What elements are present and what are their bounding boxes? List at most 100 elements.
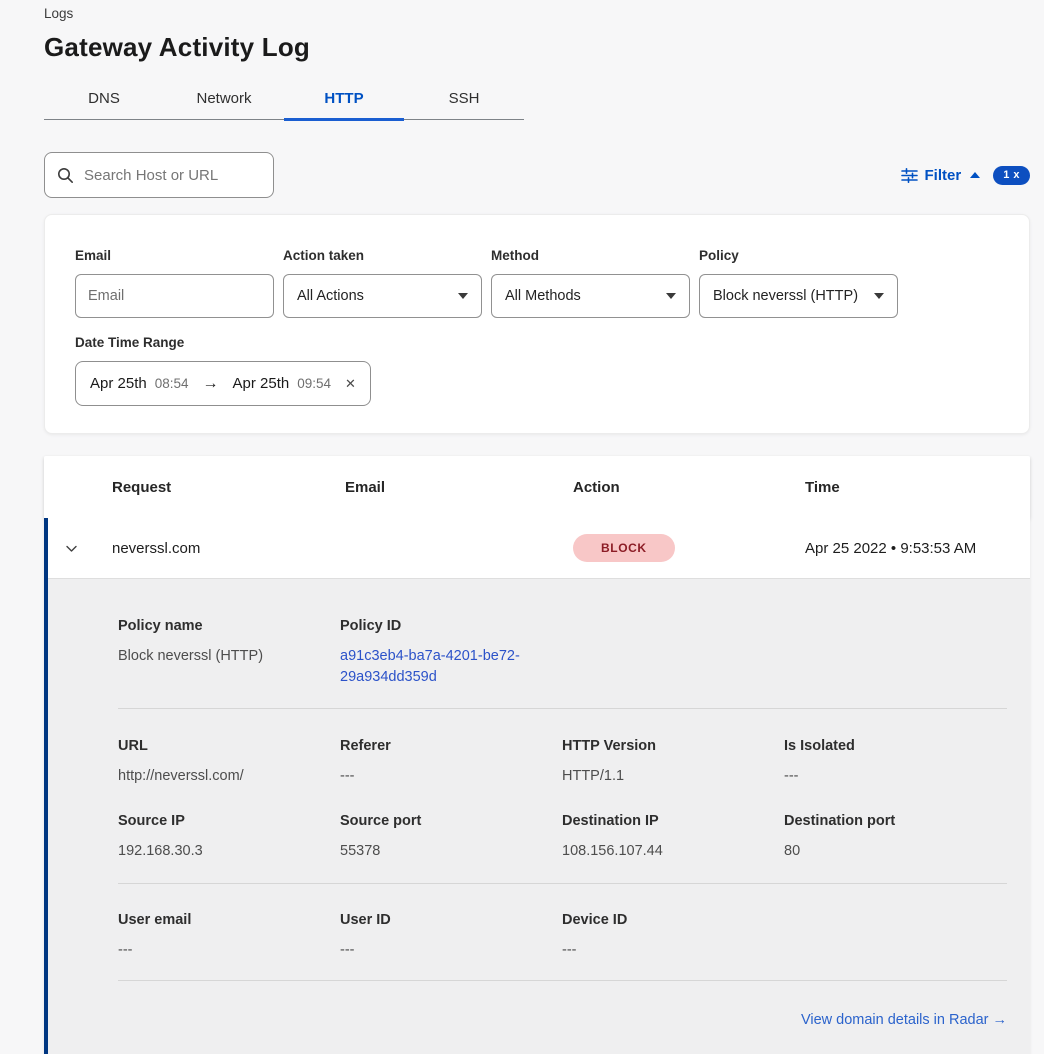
policy-name-label: Policy name: [118, 617, 340, 636]
details-request-section: URL http://neverssl.com/ Referer --- HTT…: [118, 737, 1007, 787]
policy-id-field: Policy ID a91c3eb4-ba7a-4201-be72-29a934…: [340, 617, 562, 688]
expanded-row-region: neverssl.com BLOCK Apr 25 2022 • 9:53:53…: [44, 518, 1030, 1054]
tab-dns[interactable]: DNS: [44, 78, 164, 119]
arrow-right-icon: →: [203, 375, 219, 393]
column-header-action: Action: [573, 479, 805, 496]
caret-up-icon: [970, 172, 980, 178]
user-email-label: User email: [118, 911, 340, 930]
method-select[interactable]: All Methods: [491, 274, 690, 318]
url-value: http://neverssl.com/: [118, 766, 340, 787]
destination-port-label: Destination port: [784, 812, 1006, 831]
user-id-field: User ID ---: [340, 911, 562, 961]
tab-http[interactable]: HTTP: [284, 78, 404, 119]
destination-ip-value: 108.156.107.44: [562, 841, 784, 862]
breadcrumb[interactable]: Logs: [44, 0, 1030, 23]
search-input[interactable]: [84, 167, 261, 184]
action-taken-select[interactable]: All Actions: [283, 274, 482, 318]
policy-id-link[interactable]: a91c3eb4-ba7a-4201-be72-29a934dd359d: [340, 646, 540, 688]
filter-panel: Email Action taken All Actions Method Al…: [44, 214, 1030, 434]
user-id-label: User ID: [340, 911, 562, 930]
user-email-value: ---: [118, 940, 340, 961]
destination-port-field: Destination port 80: [784, 812, 1006, 862]
is-isolated-value: ---: [784, 766, 1006, 787]
details-network-section: Source IP 192.168.30.3 Source port 55378…: [118, 812, 1007, 862]
details-divider: [118, 980, 1007, 981]
details-spacer: [784, 911, 1006, 961]
method-label: Method: [491, 247, 690, 265]
row-request: neverssl.com: [112, 540, 345, 557]
is-isolated-field: Is Isolated ---: [784, 737, 1006, 787]
destination-ip-label: Destination IP: [562, 812, 784, 831]
tab-bar: DNS Network HTTP SSH: [44, 78, 524, 120]
policy-label: Policy: [699, 247, 898, 265]
start-date: Apr 25th: [90, 375, 147, 392]
policy-id-label: Policy ID: [340, 617, 562, 636]
is-isolated-label: Is Isolated: [784, 737, 1006, 756]
tab-ssh[interactable]: SSH: [404, 78, 524, 119]
filter-field-email: Email: [75, 247, 274, 318]
radar-link-row: View domain details in Radar →: [118, 1011, 1007, 1029]
source-ip-label: Source IP: [118, 812, 340, 831]
filter-label: Filter: [925, 167, 962, 184]
filter-count-badge[interactable]: 1 x: [993, 166, 1030, 185]
policy-name-value: Block neverssl (HTTP): [118, 646, 340, 667]
page-title: Gateway Activity Log: [44, 30, 1030, 64]
url-label: URL: [118, 737, 340, 756]
tab-network[interactable]: Network: [164, 78, 284, 119]
referer-field: Referer ---: [340, 737, 562, 787]
view-radar-link[interactable]: View domain details in Radar →: [801, 1012, 1007, 1028]
source-port-label: Source port: [340, 812, 562, 831]
filter-fields-row: Email Action taken All Actions Method Al…: [75, 247, 999, 318]
row-details-panel: Policy name Block neverssl (HTTP) Policy…: [44, 579, 1030, 1054]
start-time: 08:54: [155, 376, 189, 391]
row-expand-toggle[interactable]: [44, 541, 112, 556]
row-time: Apr 25 2022 • 9:53:53 AM: [805, 540, 1030, 557]
logs-table: Request Email Action Time neverssl.com B…: [44, 456, 1030, 1054]
column-header-request: Request: [112, 479, 345, 496]
policy-value: Block neverssl (HTTP): [713, 288, 858, 304]
email-filter-input[interactable]: [75, 274, 274, 318]
referer-label: Referer: [340, 737, 562, 756]
http-version-label: HTTP Version: [562, 737, 784, 756]
source-port-field: Source port 55378: [340, 812, 562, 862]
device-id-field: Device ID ---: [562, 911, 784, 961]
table-row[interactable]: neverssl.com BLOCK Apr 25 2022 • 9:53:53…: [44, 518, 1030, 579]
filter-toggle[interactable]: Filter 1 x: [901, 166, 1030, 185]
destination-ip-field: Destination IP 108.156.107.44: [562, 812, 784, 862]
search-input-container[interactable]: [44, 152, 274, 198]
source-ip-field: Source IP 192.168.30.3: [118, 812, 340, 862]
filter-field-method: Method All Methods: [491, 247, 690, 318]
http-version-value: HTTP/1.1: [562, 766, 784, 787]
end-time: 09:54: [297, 376, 331, 391]
filter-field-action-taken: Action taken All Actions: [283, 247, 482, 318]
url-field: URL http://neverssl.com/: [118, 737, 340, 787]
policy-name-field: Policy name Block neverssl (HTTP): [118, 617, 340, 688]
end-date: Apr 25th: [233, 375, 290, 392]
method-value: All Methods: [505, 288, 581, 304]
chevron-down-icon: [666, 293, 676, 299]
source-port-value: 55378: [340, 841, 562, 862]
policy-select[interactable]: Block neverssl (HTTP): [699, 274, 898, 318]
table-header: Request Email Action Time: [44, 456, 1030, 518]
date-range-picker[interactable]: Apr 25th 08:54 → Apr 25th 09:54 ✕: [75, 361, 371, 406]
details-divider: [118, 708, 1007, 709]
device-id-label: Device ID: [562, 911, 784, 930]
http-version-field: HTTP Version HTTP/1.1: [562, 737, 784, 787]
device-id-value: ---: [562, 940, 784, 961]
filter-field-policy: Policy Block neverssl (HTTP): [699, 247, 898, 318]
source-ip-value: 192.168.30.3: [118, 841, 340, 862]
details-policy-section: Policy name Block neverssl (HTTP) Policy…: [118, 617, 1007, 688]
chevron-down-icon: [458, 293, 468, 299]
details-divider: [118, 883, 1007, 884]
destination-port-value: 80: [784, 841, 1006, 862]
block-status-badge: BLOCK: [573, 534, 675, 562]
column-header-email: Email: [345, 479, 573, 496]
filter-icon: [901, 168, 918, 183]
user-id-value: ---: [340, 940, 562, 961]
action-taken-value: All Actions: [297, 288, 364, 304]
chevron-down-icon: [64, 541, 79, 556]
row-action: BLOCK: [573, 534, 805, 562]
search-icon: [57, 167, 74, 184]
clear-date-range-icon[interactable]: ✕: [345, 376, 356, 392]
gateway-activity-page: Logs Gateway Activity Log DNS Network HT…: [0, 0, 1044, 1054]
